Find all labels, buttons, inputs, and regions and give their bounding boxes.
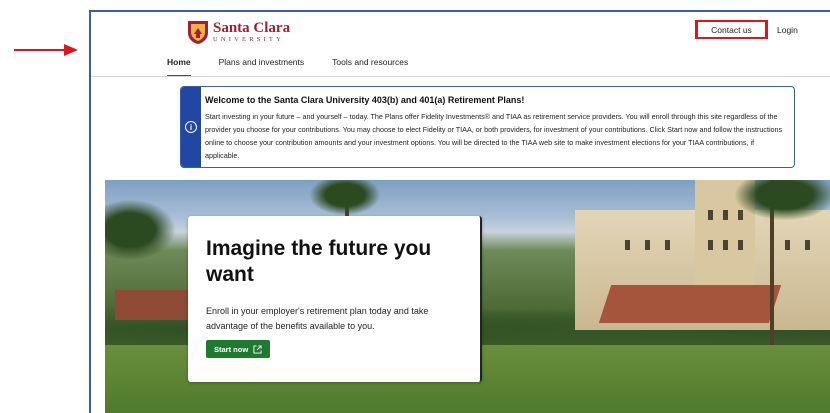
hero-window — [805, 240, 810, 250]
notice-icon-bar: i — [181, 87, 201, 167]
hero-title: Imagine the future you want — [206, 237, 432, 286]
logo-subtitle: UNIVERSITY — [213, 35, 284, 43]
hero-palm-frond — [310, 180, 380, 215]
hero-roof — [598, 285, 782, 323]
hero-window — [625, 240, 630, 250]
external-link-icon — [253, 344, 262, 354]
nav-divider — [91, 76, 830, 77]
notice-title: Welcome to the Santa Clara University 40… — [205, 95, 525, 105]
hero-window — [723, 210, 728, 220]
hero-body: Enroll in your employer's retirement pla… — [206, 306, 429, 331]
browser-viewport: Santa Clara UNIVERSITY Contact us Login … — [89, 10, 830, 413]
hero-banner: Imagine the future you want Enroll in yo… — [105, 180, 830, 413]
welcome-notice: i Welcome to the Santa Clara University … — [180, 86, 795, 168]
hero-window — [723, 240, 728, 250]
logo-text: Santa Clara UNIVERSITY — [213, 19, 291, 44]
hero-window — [785, 240, 790, 250]
start-now-button[interactable]: Start now — [206, 340, 271, 358]
arrow-shaft — [14, 49, 66, 51]
logo-name: Santa Clara — [213, 19, 291, 36]
nav-tab-home[interactable]: Home — [167, 54, 191, 77]
hero-card: Imagine the future you want Enroll in yo… — [188, 216, 482, 382]
hero-window — [708, 240, 713, 250]
arrow-head — [64, 44, 78, 56]
start-now-label: Start now — [214, 344, 249, 354]
hero-window — [708, 210, 713, 220]
hero-window — [738, 240, 743, 250]
shield-icon — [188, 21, 208, 44]
nav-tab-plans-and-investments[interactable]: Plans and investments — [219, 54, 305, 74]
university-logo[interactable]: Santa Clara UNIVERSITY — [187, 18, 290, 46]
contact-us-link[interactable]: Contact us — [695, 20, 768, 39]
nav-tab-tools-and-resources[interactable]: Tools and resources — [332, 54, 408, 74]
hero-palm-frond — [105, 200, 175, 260]
notice-body: Start investing in your future – and you… — [205, 112, 783, 160]
hero-window — [665, 240, 670, 250]
hero-window — [645, 240, 650, 250]
hero-roof-left — [115, 290, 195, 320]
main-nav: Home Plans and investments Tools and res… — [167, 54, 436, 77]
info-icon: i — [185, 121, 197, 133]
hero-window — [738, 210, 743, 220]
annotation-arrow — [14, 44, 78, 56]
login-link[interactable]: Login — [777, 20, 798, 39]
